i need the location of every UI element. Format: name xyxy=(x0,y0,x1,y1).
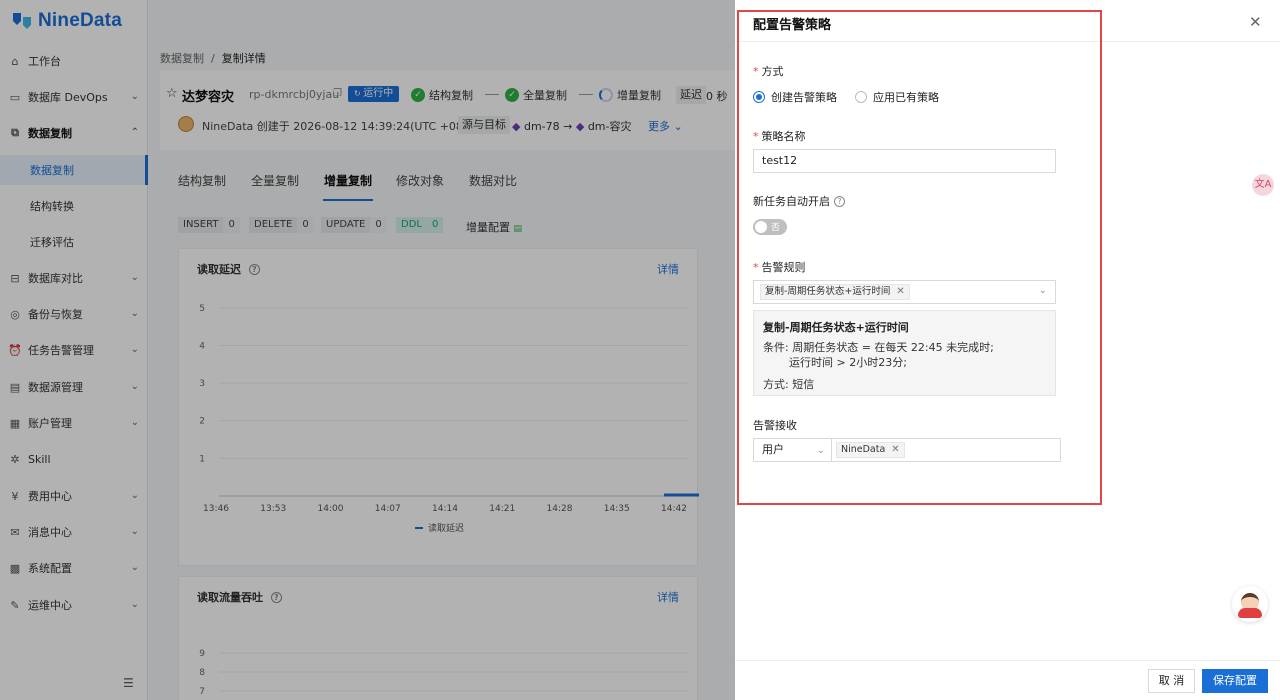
rule-condition: 条件: 周期任务状态 = 在每天 22:45 未完成时; xyxy=(763,341,994,354)
rule-chip: 复制-周期任务状态+运行时间 ✕ xyxy=(760,284,910,300)
remove-icon[interactable]: ✕ xyxy=(896,285,904,299)
receiver-type-value: 用户 xyxy=(762,443,784,456)
auto-enable-label: 新任务自动开启? xyxy=(753,193,845,209)
receiver-type-select[interactable]: 用户 ⌄ xyxy=(753,438,832,462)
help-icon[interactable]: ? xyxy=(834,196,845,207)
alert-policy-drawer: 配置告警策略 ✕ * 方式 创建告警策略 应用已有策略 * 策略名称 test12 … xyxy=(735,0,1280,700)
required-mark: * xyxy=(753,130,759,143)
rule-name: 复制-周期任务状态+运行时间 xyxy=(763,321,909,334)
modal-overlay[interactable] xyxy=(0,0,735,700)
required-mark: * xyxy=(753,261,759,274)
divider xyxy=(735,41,1280,42)
rules-label-text: 告警规则 xyxy=(761,261,806,274)
rules-label: * 告警规则 xyxy=(753,259,806,275)
receiver-chip: NineData ✕ xyxy=(836,442,905,458)
save-button[interactable]: 保存配置 xyxy=(1202,669,1268,693)
receivers-label: 告警接收 xyxy=(753,419,797,432)
method-label-text: 方式 xyxy=(761,65,784,78)
support-avatar-icon[interactable] xyxy=(1232,586,1268,622)
radio-apply-existing[interactable] xyxy=(855,91,867,103)
auto-enable-label-text: 新任务自动开启 xyxy=(753,195,830,208)
chevron-down-icon: ⌄ xyxy=(816,445,825,456)
translate-icon[interactable]: 文A xyxy=(1252,174,1274,196)
toggle-knob xyxy=(755,221,767,233)
policy-name-input[interactable]: test12 xyxy=(753,149,1056,173)
receiver-value-select[interactable]: NineData ✕ xyxy=(831,438,1061,462)
drawer-title: 配置告警策略 xyxy=(753,18,832,33)
rules-select[interactable]: 复制-周期任务状态+运行时间 ✕ ⌄ xyxy=(753,280,1056,304)
method-label: * 方式 xyxy=(753,63,784,79)
method-radio-group: 创建告警策略 应用已有策略 xyxy=(753,89,939,105)
rule-method: 方式: 短信 xyxy=(763,378,815,391)
radio-create-policy[interactable] xyxy=(753,91,765,103)
toggle-text: 否 xyxy=(771,223,781,233)
required-mark: * xyxy=(753,65,759,78)
rule-condition: 运行时间 > 2小时23分; xyxy=(789,356,907,369)
close-icon[interactable]: ✕ xyxy=(1249,13,1262,31)
cancel-button[interactable]: 取 消 xyxy=(1148,669,1195,693)
auto-enable-toggle[interactable]: 否 xyxy=(753,219,787,235)
policy-name-label: * 策略名称 xyxy=(753,128,806,144)
receiver-chip-label: NineData xyxy=(841,444,886,455)
remove-icon[interactable]: ✕ xyxy=(891,443,899,457)
radio-apply-label[interactable]: 应用已有策略 xyxy=(873,89,939,105)
rule-chip-label: 复制-周期任务状态+运行时间 xyxy=(765,286,891,297)
rule-detail-card: 复制-周期任务状态+运行时间 条件: 周期任务状态 = 在每天 22:45 未完… xyxy=(753,310,1056,396)
chevron-down-icon: ⌄ xyxy=(1038,285,1047,296)
divider xyxy=(735,660,1280,661)
radio-create-label[interactable]: 创建告警策略 xyxy=(771,89,837,105)
policy-name-label-text: 策略名称 xyxy=(761,130,806,143)
